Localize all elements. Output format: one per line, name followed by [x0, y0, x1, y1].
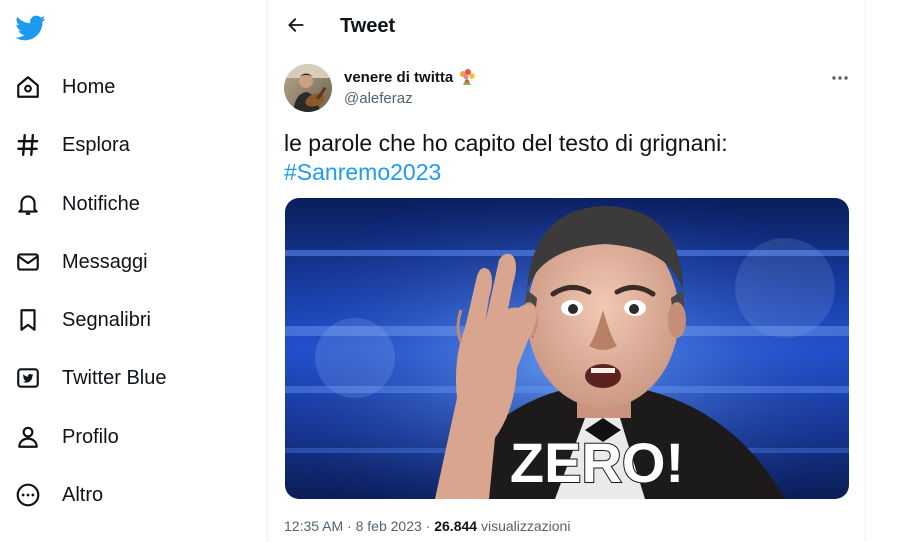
home-icon: [14, 73, 42, 101]
sidebar-item-twitter-blue[interactable]: Twitter Blue: [14, 358, 166, 398]
author-name-row[interactable]: venere di twitta: [344, 68, 477, 86]
sidebar: Home Esplora Notifiche Messaggi Segnalib…: [0, 0, 268, 542]
avatar[interactable]: [284, 64, 332, 112]
page-header: Tweet: [268, 0, 865, 54]
tweet-text: le parole che ho capito del testo di gri…: [284, 129, 849, 187]
more-options-button[interactable]: [826, 66, 854, 88]
page-title: Tweet: [340, 15, 396, 37]
sidebar-item-label: Twitter Blue: [62, 366, 167, 389]
tweet-detail-column: Tweet venere di twitta @aleferaz le paro…: [268, 0, 865, 542]
author-display-name: venere di twitta: [344, 68, 454, 86]
tweet-media-image[interactable]: ZERO!: [285, 198, 849, 499]
sidebar-item-notifiche[interactable]: Notifiche: [14, 184, 140, 224]
back-button[interactable]: [280, 11, 312, 43]
hashtag-icon: [14, 131, 42, 159]
app-window: Home Esplora Notifiche Messaggi Segnalib…: [0, 0, 897, 542]
sidebar-item-label: Esplora: [62, 133, 130, 156]
sidebar-item-segnalibri[interactable]: Segnalibri: [14, 300, 151, 340]
tweet-meta: 12:35 AM · 8 feb 2023 · 26.844 visualizz…: [284, 518, 570, 534]
twitter-blue-icon: [14, 364, 42, 392]
ellipsis-icon: [831, 68, 849, 86]
sidebar-item-label: Home: [62, 75, 116, 98]
tweet-time-link[interactable]: 12:35 AM: [284, 518, 343, 534]
author-handle: @aleferaz: [344, 90, 413, 107]
media-caption-text: ZERO!: [510, 431, 684, 494]
bookmark-icon: [14, 306, 42, 334]
sidebar-item-profilo[interactable]: Profilo: [14, 417, 119, 457]
sidebar-item-home[interactable]: Home: [14, 67, 115, 107]
sidebar-item-altro[interactable]: Altro: [14, 475, 103, 515]
sidebar-item-label: Messaggi: [62, 250, 148, 273]
bouquet-emoji-icon: [457, 68, 477, 86]
sidebar-item-label: Profilo: [62, 425, 119, 448]
twitter-bird-icon[interactable]: [14, 12, 46, 44]
views-label: visualizzazioni: [480, 518, 571, 534]
hashtag-link[interactable]: #Sanremo2023: [284, 159, 441, 185]
bell-icon: [14, 190, 42, 218]
views-count: 26.844: [434, 518, 478, 534]
tweet-body: le parole che ho capito del testo di gri…: [284, 130, 728, 156]
sidebar-item-messaggi[interactable]: Messaggi: [14, 242, 148, 282]
meta-separator: ·: [347, 518, 352, 534]
right-sidebar-edge: [866, 0, 897, 542]
tweet-date-link[interactable]: 8 feb 2023: [356, 518, 422, 534]
meta-separator: ·: [425, 518, 431, 534]
sidebar-item-label: Segnalibri: [62, 308, 151, 331]
person-icon: [14, 423, 42, 451]
more-circle-icon: [14, 481, 42, 509]
arrow-left-icon: [286, 15, 306, 40]
envelope-icon: [14, 248, 42, 276]
sidebar-item-label: Altro: [62, 483, 104, 506]
sidebar-item-esplora[interactable]: Esplora: [14, 125, 130, 165]
sidebar-item-label: Notifiche: [62, 192, 140, 215]
